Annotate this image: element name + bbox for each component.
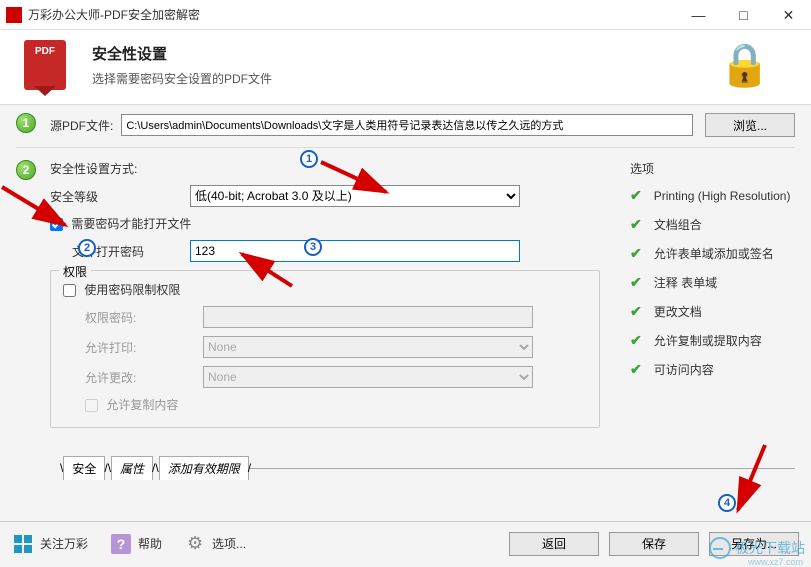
permission-password-input bbox=[203, 306, 533, 328]
option-item: ✔文档组合 bbox=[630, 216, 795, 233]
annotation-badge-3: 3 bbox=[304, 238, 322, 256]
check-icon: ✔ bbox=[630, 245, 642, 262]
watermark-url: www.xz7.com bbox=[748, 557, 803, 567]
restrict-permission-checkbox[interactable]: 使用密码限制权限 bbox=[63, 281, 180, 298]
options-panel: 选项 ✔Printing (High Resolution) ✔文档组合 ✔允许… bbox=[620, 160, 795, 428]
annotation-arrow bbox=[0, 182, 80, 242]
app-icon bbox=[6, 7, 22, 23]
header-subtitle: 选择需要密码安全设置的PDF文件 bbox=[92, 70, 272, 87]
tab-properties[interactable]: 属性 bbox=[111, 456, 153, 480]
open-password-label: 文件打开密码 bbox=[50, 243, 190, 260]
option-item: ✔注释 表单域 bbox=[630, 274, 795, 291]
option-item: ✔允许表单域添加或签名 bbox=[630, 245, 795, 262]
allow-print-select: None bbox=[203, 336, 533, 358]
check-icon: ✔ bbox=[630, 303, 642, 320]
minimize-button[interactable]: — bbox=[676, 0, 721, 30]
tab-expiry[interactable]: 添加有效期限 bbox=[159, 456, 249, 480]
option-item: ✔可访问内容 bbox=[630, 361, 795, 378]
title-bar: 万彩办公大师-PDF安全加密解密 — □ ✕ bbox=[0, 0, 811, 30]
tab-security[interactable]: 安全 bbox=[63, 456, 105, 480]
allow-print-label: 允许打印: bbox=[63, 339, 203, 356]
allow-change-label: 允许更改: bbox=[63, 369, 203, 386]
back-button[interactable]: 返回 bbox=[509, 532, 599, 556]
browse-button[interactable]: 浏览... bbox=[705, 113, 795, 137]
header-title: 安全性设置 bbox=[92, 43, 272, 64]
permissions-group: 权限 使用密码限制权限 权限密码: 允许打印: bbox=[50, 270, 600, 428]
lock-icon: 🔒 bbox=[719, 41, 771, 90]
options-title: 选项 bbox=[630, 160, 795, 177]
allow-copy-check bbox=[85, 399, 98, 412]
qr-icon bbox=[14, 535, 32, 553]
step-number-2: 2 bbox=[16, 160, 36, 180]
annotation-arrow bbox=[316, 142, 406, 202]
check-icon: ✔ bbox=[630, 274, 642, 291]
close-button[interactable]: ✕ bbox=[766, 0, 811, 30]
step-number-1: 1 bbox=[16, 113, 36, 133]
annotation-badge-2: 2 bbox=[78, 239, 96, 257]
step-1-row: 1 源PDF文件: 浏览... bbox=[16, 105, 795, 145]
option-item: ✔更改文档 bbox=[630, 303, 795, 320]
save-button[interactable]: 保存 bbox=[609, 532, 699, 556]
save-as-button[interactable]: 另存为... bbox=[709, 532, 799, 556]
check-icon: ✔ bbox=[630, 187, 642, 204]
help-button[interactable]: ? 帮助 bbox=[110, 533, 162, 555]
pdf-file-icon: PDF bbox=[24, 40, 66, 90]
restrict-permission-check[interactable] bbox=[63, 284, 76, 297]
allow-change-select: None bbox=[203, 366, 533, 388]
annotation-arrow bbox=[232, 246, 302, 296]
options-button[interactable]: ⚙ 选项... bbox=[184, 533, 246, 555]
annotation-badge-4: 4 bbox=[718, 494, 736, 512]
source-file-input[interactable] bbox=[121, 114, 693, 136]
permission-password-label: 权限密码: bbox=[63, 309, 203, 326]
check-icon: ✔ bbox=[630, 332, 642, 349]
allow-copy-checkbox: 允许复制内容 bbox=[63, 396, 178, 413]
check-icon: ✔ bbox=[630, 361, 642, 378]
gear-icon: ⚙ bbox=[184, 533, 206, 555]
about-button[interactable]: 关注万彩 bbox=[12, 533, 88, 555]
maximize-button[interactable]: □ bbox=[721, 0, 766, 30]
option-item: ✔允许复制或提取内容 bbox=[630, 332, 795, 349]
check-icon: ✔ bbox=[630, 216, 642, 233]
option-item: ✔Printing (High Resolution) bbox=[630, 187, 795, 204]
footer-bar: 关注万彩 ? 帮助 ⚙ 选项... 返回 保存 另存为... bbox=[0, 521, 811, 565]
tabs-bar: \ 安全 /\ 属性 /\ 添加有效期限 / bbox=[60, 456, 795, 480]
help-icon: ? bbox=[111, 534, 131, 554]
permissions-legend: 权限 bbox=[59, 263, 91, 280]
source-file-label: 源PDF文件: bbox=[50, 117, 113, 134]
window-controls: — □ ✕ bbox=[676, 0, 811, 29]
annotation-badge-1: 1 bbox=[300, 150, 318, 168]
window-title: 万彩办公大师-PDF安全加密解密 bbox=[28, 6, 676, 23]
header: PDF 安全性设置 选择需要密码安全设置的PDF文件 🔒 bbox=[0, 30, 811, 105]
